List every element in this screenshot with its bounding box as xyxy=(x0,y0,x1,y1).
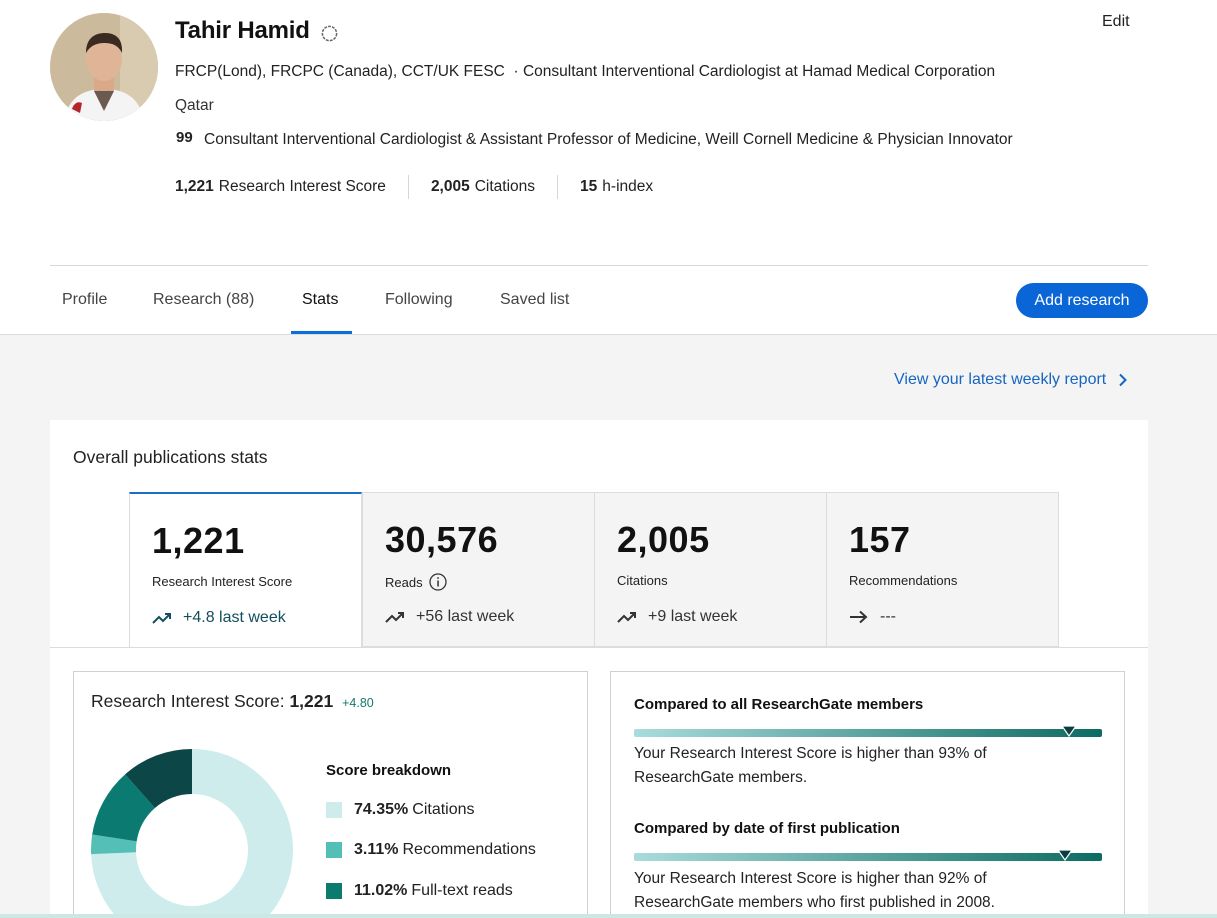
metric-h-index: 15 h-index xyxy=(580,178,653,196)
metric-research-interest: 1,221 Research Interest Score xyxy=(175,178,386,196)
stat-value: 2,005 xyxy=(617,519,710,560)
compare-date-text: Your Research Interest Score is higher t… xyxy=(634,867,995,915)
metric-citations: 2,005 Citations xyxy=(431,178,535,196)
tab-profile[interactable]: Profile xyxy=(62,291,107,309)
metric-label: Citations xyxy=(474,178,536,195)
percentile-marker-icon xyxy=(1056,849,1073,861)
legend-swatch xyxy=(326,883,342,899)
score-breakdown-donut xyxy=(91,749,293,918)
legend-swatch xyxy=(326,802,342,818)
stat-label: Recommendations xyxy=(849,573,957,588)
compare-all-text-line1: Your Research Interest Score is higher t… xyxy=(634,745,987,762)
breakdown-label: Full-text reads xyxy=(411,882,513,899)
stat-trend: +56 last week xyxy=(385,608,514,626)
percentile-marker-icon xyxy=(1061,725,1078,737)
profile-country: Qatar xyxy=(175,97,214,114)
stat-label-text: Research Interest Score xyxy=(152,574,293,589)
bottom-edge xyxy=(0,914,1217,918)
profile-name: Tahir Hamid xyxy=(175,17,310,44)
breakdown-percent: 74.35% xyxy=(354,801,409,818)
tab-saved-list[interactable]: Saved list xyxy=(500,291,569,309)
active-tab-indicator xyxy=(291,331,352,334)
trending-up-icon xyxy=(152,613,171,624)
stat-trend: +9 last week xyxy=(617,608,737,626)
profile-metrics: 1,221 Research Interest Score 2,005 Cita… xyxy=(175,175,653,199)
breakdown-percent: 3.11% xyxy=(354,841,399,858)
breakdown-item-full-text-reads: 11.02% Full-text reads xyxy=(326,882,513,900)
stat-value: 157 xyxy=(849,519,911,560)
ris-title-prefix: Research Interest Score: xyxy=(91,691,285,711)
breakdown-label: Recommendations xyxy=(402,841,536,858)
compare-date-text-line1: Your Research Interest Score is higher t… xyxy=(634,870,987,887)
avatar[interactable] xyxy=(50,13,158,121)
trending-up-icon xyxy=(385,612,404,623)
profile-headline: Consultant Interventional Cardiologist &… xyxy=(204,131,1013,148)
stat-value: 30,576 xyxy=(385,519,499,560)
tab-following[interactable]: Following xyxy=(385,291,453,309)
stat-trend: --- xyxy=(849,608,896,626)
stat-citations[interactable]: 2,005 Citations +9 last week xyxy=(594,492,827,647)
ris-title-delta: +4.80 xyxy=(342,696,374,710)
breakdown-label: Citations xyxy=(412,801,475,818)
research-interest-panel: Research Interest Score: 1,221 +4.80 Sco… xyxy=(73,671,588,918)
profile-degrees-position: FRCP(Lond), FRCPC (Canada), CCT/UK FESC … xyxy=(175,63,996,80)
profile-photo xyxy=(50,13,158,121)
stat-trend-text: --- xyxy=(880,608,896,625)
profile-header: Tahir Hamid Edit FRCP(Lond), FRCPC (Cana… xyxy=(0,0,1217,335)
breakdown-item-citations: 74.35% Citations xyxy=(326,801,475,819)
metric-value: 2,005 xyxy=(430,178,470,195)
arrow-right-icon xyxy=(850,610,868,624)
metric-divider xyxy=(407,175,409,199)
stat-research-interest-score[interactable]: 1,221 Research Interest Score +4.8 last … xyxy=(129,492,362,647)
ris-panel-title: Research Interest Score: 1,221 +4.80 xyxy=(91,691,374,712)
add-research-button[interactable]: Add research xyxy=(1016,283,1148,318)
stat-label-text: Citations xyxy=(617,573,668,588)
compare-all-bar xyxy=(634,729,1102,737)
stat-label: Reads xyxy=(385,573,447,591)
weekly-report-link[interactable]: View your latest weekly report xyxy=(894,371,1128,389)
breakdown-percent: 11.02% xyxy=(354,882,408,899)
legend-swatch xyxy=(326,842,342,858)
publications-stats-card: Overall publications stats 1,221 Researc… xyxy=(50,420,1148,918)
stat-label-text: Recommendations xyxy=(849,573,958,588)
quote-icon: 99 xyxy=(176,129,193,146)
compare-date-title: Compared by date of first publication xyxy=(634,820,900,837)
chevron-right-icon xyxy=(1119,373,1128,387)
stat-trend: +4.8 last week xyxy=(152,609,286,627)
stat-trend-text: +56 last week xyxy=(416,608,515,625)
stat-trend-text: +4.8 last week xyxy=(183,609,286,626)
compare-date-text-line2: ResearchGate members who first published… xyxy=(634,894,995,911)
metric-label: h-index xyxy=(602,178,654,195)
card-title: Overall publications stats xyxy=(73,447,268,467)
compare-all-text-line2: ResearchGate members. xyxy=(634,769,808,786)
metric-value: 1,221 xyxy=(175,178,214,195)
metric-value: 15 xyxy=(580,178,598,195)
verification-badge-icon xyxy=(321,25,338,42)
tab-stats[interactable]: Stats xyxy=(302,291,338,309)
compare-date-bar xyxy=(634,853,1102,861)
breakdown-title: Score breakdown xyxy=(326,762,452,779)
ris-title-value: 1,221 xyxy=(289,691,334,711)
tabs-divider xyxy=(50,265,1148,266)
trending-up-icon xyxy=(617,612,636,623)
compare-all-text: Your Research Interest Score is higher t… xyxy=(634,742,987,790)
tab-research[interactable]: Research (88) xyxy=(153,291,254,309)
stat-label: Research Interest Score xyxy=(152,574,292,589)
edit-profile-link[interactable]: Edit xyxy=(1102,13,1130,31)
metric-label: Research Interest Score xyxy=(218,178,386,195)
stat-reads[interactable]: 30,576 Reads +56 last week xyxy=(362,492,595,647)
stats-divider xyxy=(50,647,1148,648)
comparison-panel: Compared to all ResearchGate members You… xyxy=(610,671,1125,918)
weekly-report-label: View your latest weekly report xyxy=(894,371,1107,388)
metric-divider xyxy=(557,175,559,199)
stat-recommendations[interactable]: 157 Recommendations --- xyxy=(826,492,1059,647)
stat-label-text: Reads xyxy=(385,574,423,590)
stat-label: Citations xyxy=(617,573,668,588)
info-icon[interactable] xyxy=(428,573,447,591)
breakdown-item-recommendations: 3.11% Recommendations xyxy=(326,841,536,859)
compare-all-title: Compared to all ResearchGate members xyxy=(634,696,924,713)
stat-trend-text: +9 last week xyxy=(648,608,738,625)
stat-value: 1,221 xyxy=(152,520,245,561)
